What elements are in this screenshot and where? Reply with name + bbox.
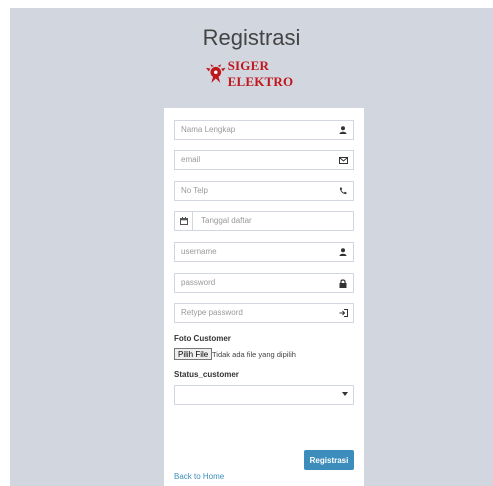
nama-lengkap-placeholder: Nama Lengkap <box>181 125 236 134</box>
email-input[interactable]: email <box>174 150 354 170</box>
nama-lengkap-input[interactable]: Nama Lengkap <box>174 120 354 140</box>
user-icon <box>338 125 348 135</box>
tanggal-daftar-input[interactable]: Tanggal daftar <box>174 211 354 231</box>
registration-card: Nama Lengkap email No Telp Tanggal dafta… <box>164 108 364 486</box>
chevron-down-icon <box>342 392 348 396</box>
username-placeholder: username <box>181 247 217 256</box>
calendar-icon <box>179 217 188 225</box>
username-input[interactable]: username <box>174 242 354 262</box>
calendar-addon <box>175 212 193 230</box>
file-status-text: Tidak ada file yang dipilih <box>212 350 296 359</box>
retype-password-input[interactable]: Retype password <box>174 303 354 323</box>
tanggal-daftar-placeholder: Tanggal daftar <box>201 216 252 225</box>
user-icon <box>338 247 348 257</box>
logo-text: SIGER ELEKTRO <box>227 58 294 89</box>
foto-customer-label: Foto Customer <box>174 334 231 343</box>
back-to-home-link[interactable]: Back to Home <box>174 472 224 481</box>
phone-icon <box>338 186 348 196</box>
lock-icon <box>338 278 348 288</box>
envelope-icon <box>338 155 348 165</box>
page-title: Registrasi <box>202 25 301 50</box>
retype-password-placeholder: Retype password <box>181 308 243 317</box>
status-customer-select[interactable] <box>174 385 354 405</box>
no-telp-placeholder: No Telp <box>181 186 208 195</box>
password-placeholder: password <box>181 278 216 287</box>
logo-emblem-icon <box>206 64 226 83</box>
status-customer-label: Status_customer <box>174 370 239 379</box>
registrasi-button[interactable]: Registrasi <box>304 450 354 470</box>
sign-in-icon <box>338 308 348 318</box>
password-input[interactable]: password <box>174 273 354 293</box>
no-telp-input[interactable]: No Telp <box>174 181 354 201</box>
siger-elektro-logo: SIGER ELEKTRO <box>206 58 326 89</box>
choose-file-button[interactable]: Pilih File <box>174 348 213 360</box>
email-placeholder: email <box>181 155 201 164</box>
